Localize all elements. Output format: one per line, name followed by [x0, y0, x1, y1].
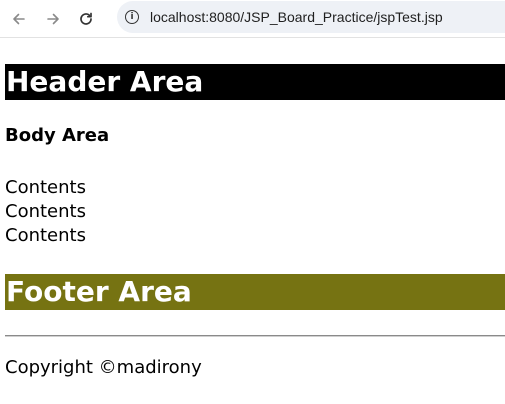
contents-item: Contents	[5, 177, 86, 198]
arrow-right-icon[interactable]	[44, 10, 62, 28]
header-area: Header Area	[5, 64, 505, 100]
copyright-text: Copyright ©madirony	[5, 357, 202, 378]
contents-item: Contents	[5, 201, 86, 222]
contents-item: Contents	[5, 225, 86, 246]
footer-area: Footer Area	[5, 274, 505, 310]
url-text[interactable]: localhost:8080/JSP_Board_Practice/jspTes…	[150, 9, 443, 25]
browser-toolbar: i localhost:8080/JSP_Board_Practice/jspT…	[0, 0, 505, 38]
contents-list: Contents Contents Contents	[5, 176, 86, 248]
divider	[5, 335, 505, 337]
arrow-left-icon[interactable]	[10, 10, 28, 28]
info-icon[interactable]: i	[125, 10, 139, 24]
reload-icon[interactable]	[77, 10, 95, 28]
address-bar[interactable]: i localhost:8080/JSP_Board_Practice/jspT…	[117, 1, 505, 33]
body-area-title: Body Area	[5, 125, 110, 146]
